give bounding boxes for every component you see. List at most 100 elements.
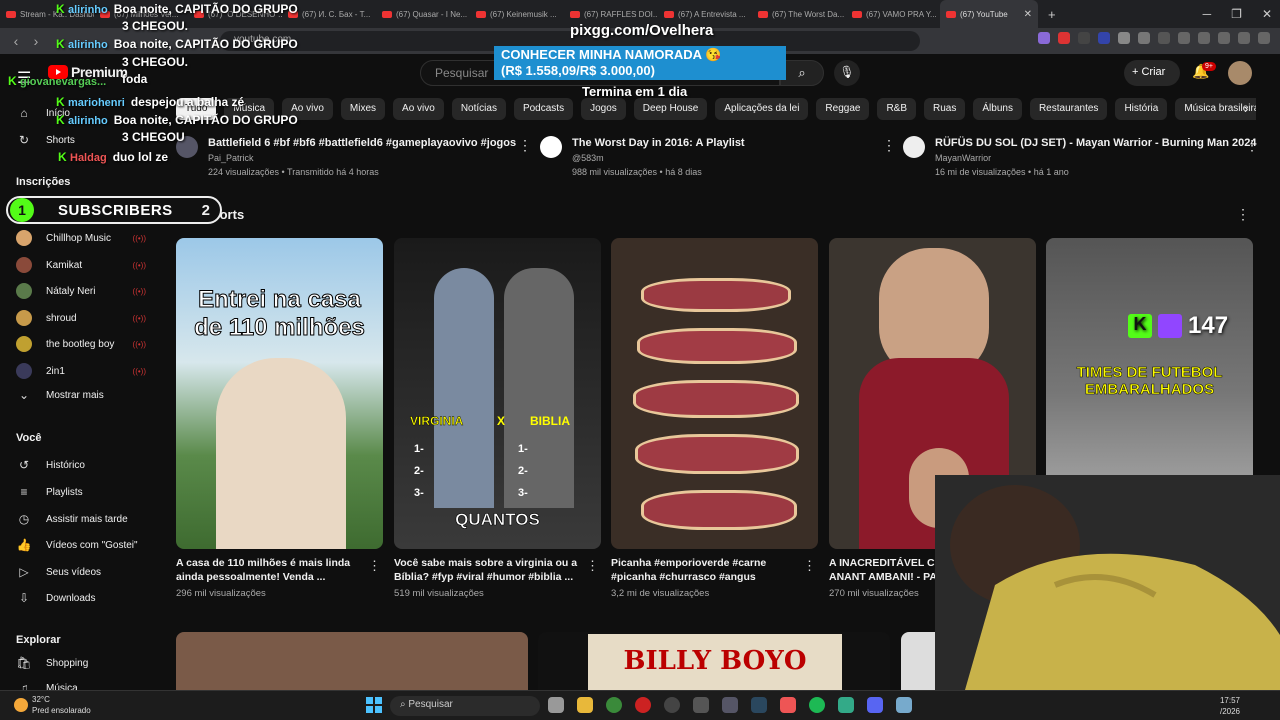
more-options-icon[interactable]: ⋮	[803, 558, 816, 574]
more-options-icon[interactable]: ⋮	[1236, 206, 1250, 223]
chrome-icon[interactable]	[606, 697, 622, 713]
more-options-icon[interactable]: ⋮	[368, 558, 381, 574]
browser-tab[interactable]: (67) The Worst Da...	[752, 0, 846, 28]
sidebar-channel[interactable]: 2in1 ((•))	[16, 361, 146, 381]
short-thumbnail[interactable]: VIRGINIA X BIBLIA 1- 2- 3- 1- 2- 3- QUANTOS	[394, 238, 601, 549]
sidebar-item-shorts[interactable]: ↻ Shorts	[16, 130, 75, 150]
app-icon[interactable]	[693, 697, 709, 713]
show-more-button[interactable]: ⌄ Mostrar mais	[16, 385, 104, 405]
video-info[interactable]: Battlefield 6 #bf #bf6 #battlefield6 #ga…	[208, 137, 516, 177]
more-options-icon[interactable]: ⋮	[1245, 137, 1259, 154]
filter-chip[interactable]: Deep House	[633, 98, 708, 120]
video-title[interactable]: RÜFÜS DU SOL (DJ SET) - Mayan Warrior - …	[935, 137, 1257, 149]
more-options-icon[interactable]: ⋮	[518, 137, 532, 154]
wallet-icon[interactable]	[1218, 32, 1230, 44]
filter-chip[interactable]: Álbuns	[973, 98, 1022, 120]
sidebar-item-your-videos[interactable]: ▷ Seus vídeos	[16, 562, 101, 582]
sidebar-icon[interactable]	[1198, 32, 1210, 44]
filter-chip[interactable]: Podcasts	[513, 98, 574, 120]
sidebar-item-shopping[interactable]: 🛍 Shopping	[16, 653, 88, 673]
channel-avatar[interactable]	[903, 136, 925, 158]
filter-chip[interactable]: Reggae	[816, 98, 870, 120]
short-title[interactable]: A casa de 110 milhões é mais linda ainda…	[176, 556, 366, 584]
obs-icon[interactable]	[664, 697, 680, 713]
sidebar-item-watch-later[interactable]: ◷ Assistir mais tarde	[16, 509, 128, 529]
video-info[interactable]: The Worst Day in 2016: A Playlist @583m 98…	[572, 137, 872, 177]
notepad-icon[interactable]	[896, 697, 912, 713]
task-view-icon[interactable]	[548, 697, 564, 713]
filter-chip[interactable]: Mixes	[340, 98, 386, 120]
create-button[interactable]: + Criar	[1124, 60, 1180, 86]
minimize-icon[interactable]: ─	[1203, 7, 1212, 21]
sidebar-channel[interactable]: Chillhop Music ((•))	[16, 228, 146, 248]
steam-icon[interactable]	[751, 697, 767, 713]
more-options-icon[interactable]: ⋮	[882, 137, 896, 154]
app-icon[interactable]	[838, 697, 854, 713]
extension-icon[interactable]	[1138, 32, 1150, 44]
tab-close-icon[interactable]: ✕	[1024, 9, 1032, 20]
you-header[interactable]: Você	[16, 432, 41, 444]
filter-chip[interactable]: R&B	[877, 98, 917, 120]
sidebar-item-download[interactable]: ⇩ Downloads	[16, 588, 96, 608]
voice-search-button[interactable]: 🎙	[834, 60, 860, 86]
sidebar-channel[interactable]: the bootleg boy ((•))	[16, 334, 146, 354]
extension-icon[interactable]	[1038, 32, 1050, 44]
channel-name[interactable]: MayanWarrior	[935, 153, 1235, 163]
video-thumbnail[interactable]: BILLY BOYO	[538, 632, 890, 692]
short-title[interactable]: Você sabe mais sobre a virginia ou a Bíb…	[394, 556, 584, 584]
app-icon[interactable]	[722, 697, 738, 713]
chevron-right-icon[interactable]: ›	[1244, 101, 1248, 116]
video-info[interactable]: RÜFÜS DU SOL (DJ SET) - Mayan Warrior - …	[935, 137, 1257, 177]
filter-chip[interactable]: Notícias	[451, 98, 506, 120]
maximize-icon[interactable]: ❐	[1231, 7, 1242, 21]
short-title[interactable]: Picanha #emporioverde #carne #picanha #c…	[611, 556, 801, 584]
music-icon[interactable]	[1178, 32, 1190, 44]
extension-icon[interactable]	[1118, 32, 1130, 44]
sidebar-channel[interactable]: shroud ((•))	[16, 308, 146, 328]
new-tab-button[interactable]: +	[1048, 7, 1056, 22]
filter-chip[interactable]: Aplicações da lei	[715, 98, 809, 120]
browser-tab[interactable]: (67) YouTube ✕	[940, 0, 1038, 28]
vpn-icon[interactable]	[1238, 32, 1250, 44]
more-options-icon[interactable]: ⋮	[586, 558, 599, 574]
browser-tab[interactable]: (67) Keinemusik ...	[470, 0, 564, 28]
video-thumbnail[interactable]	[176, 632, 528, 692]
filter-chip[interactable]: História	[1115, 98, 1168, 120]
video-title[interactable]: The Worst Day in 2016: A Playlist	[572, 137, 872, 149]
filter-chip[interactable]: Ao vivo	[393, 98, 444, 120]
weather-widget[interactable]: 32°C Pred ensolarado	[14, 694, 91, 716]
filter-chip[interactable]: Restaurantes	[1029, 98, 1108, 120]
sidebar-channel[interactable]: Nátaly Neri ((•))	[16, 281, 146, 301]
taskbar-search[interactable]: ⌕ Pesquisar	[390, 696, 540, 716]
subscriptions-header[interactable]: Inscrições	[16, 176, 70, 188]
menu-icon[interactable]	[1258, 32, 1270, 44]
file-explorer-icon[interactable]	[577, 697, 593, 713]
extension-icon[interactable]	[1158, 32, 1170, 44]
account-avatar[interactable]	[1228, 61, 1252, 85]
sidebar-item-like[interactable]: 👍 Vídeos com "Gostei"	[16, 535, 138, 555]
browser-tab[interactable]: (67) VAMO PRA Y...	[846, 0, 940, 28]
close-icon[interactable]: ✕	[1262, 7, 1272, 21]
sidebar-channel[interactable]: Kamikat ((•))	[16, 255, 146, 275]
video-title[interactable]: Battlefield 6 #bf #bf6 #battlefield6 #ga…	[208, 137, 516, 149]
channel-name[interactable]: @583m	[572, 153, 872, 163]
short-thumbnail[interactable]: Entrei na casa de 110 milhões	[176, 238, 383, 549]
back-icon[interactable]: ‹	[6, 33, 26, 49]
short-thumbnail[interactable]	[611, 238, 818, 549]
extension-icon[interactable]	[1098, 32, 1110, 44]
windows-start-icon[interactable]	[366, 697, 382, 713]
opera-icon[interactable]	[635, 697, 651, 713]
channel-name[interactable]: Pai_Patrick	[208, 153, 508, 163]
brave-icon[interactable]	[780, 697, 796, 713]
clock[interactable]: 17:57 /2026	[1220, 695, 1240, 717]
filter-chip[interactable]: Jogos	[581, 98, 626, 120]
browser-tab[interactable]: (67) Quasar - I Ne...	[376, 0, 470, 28]
search-button[interactable]: ⌕	[780, 60, 824, 86]
filter-chip[interactable]: Ruas	[924, 98, 966, 120]
discord-icon[interactable]	[867, 697, 883, 713]
channel-avatar[interactable]	[540, 136, 562, 158]
sidebar-item-playlists[interactable]: ≡ Playlists	[16, 482, 82, 502]
sidebar-item-history[interactable]: ↺ Histórico	[16, 455, 85, 475]
extension-icon[interactable]	[1058, 32, 1070, 44]
extension-icon[interactable]	[1078, 32, 1090, 44]
